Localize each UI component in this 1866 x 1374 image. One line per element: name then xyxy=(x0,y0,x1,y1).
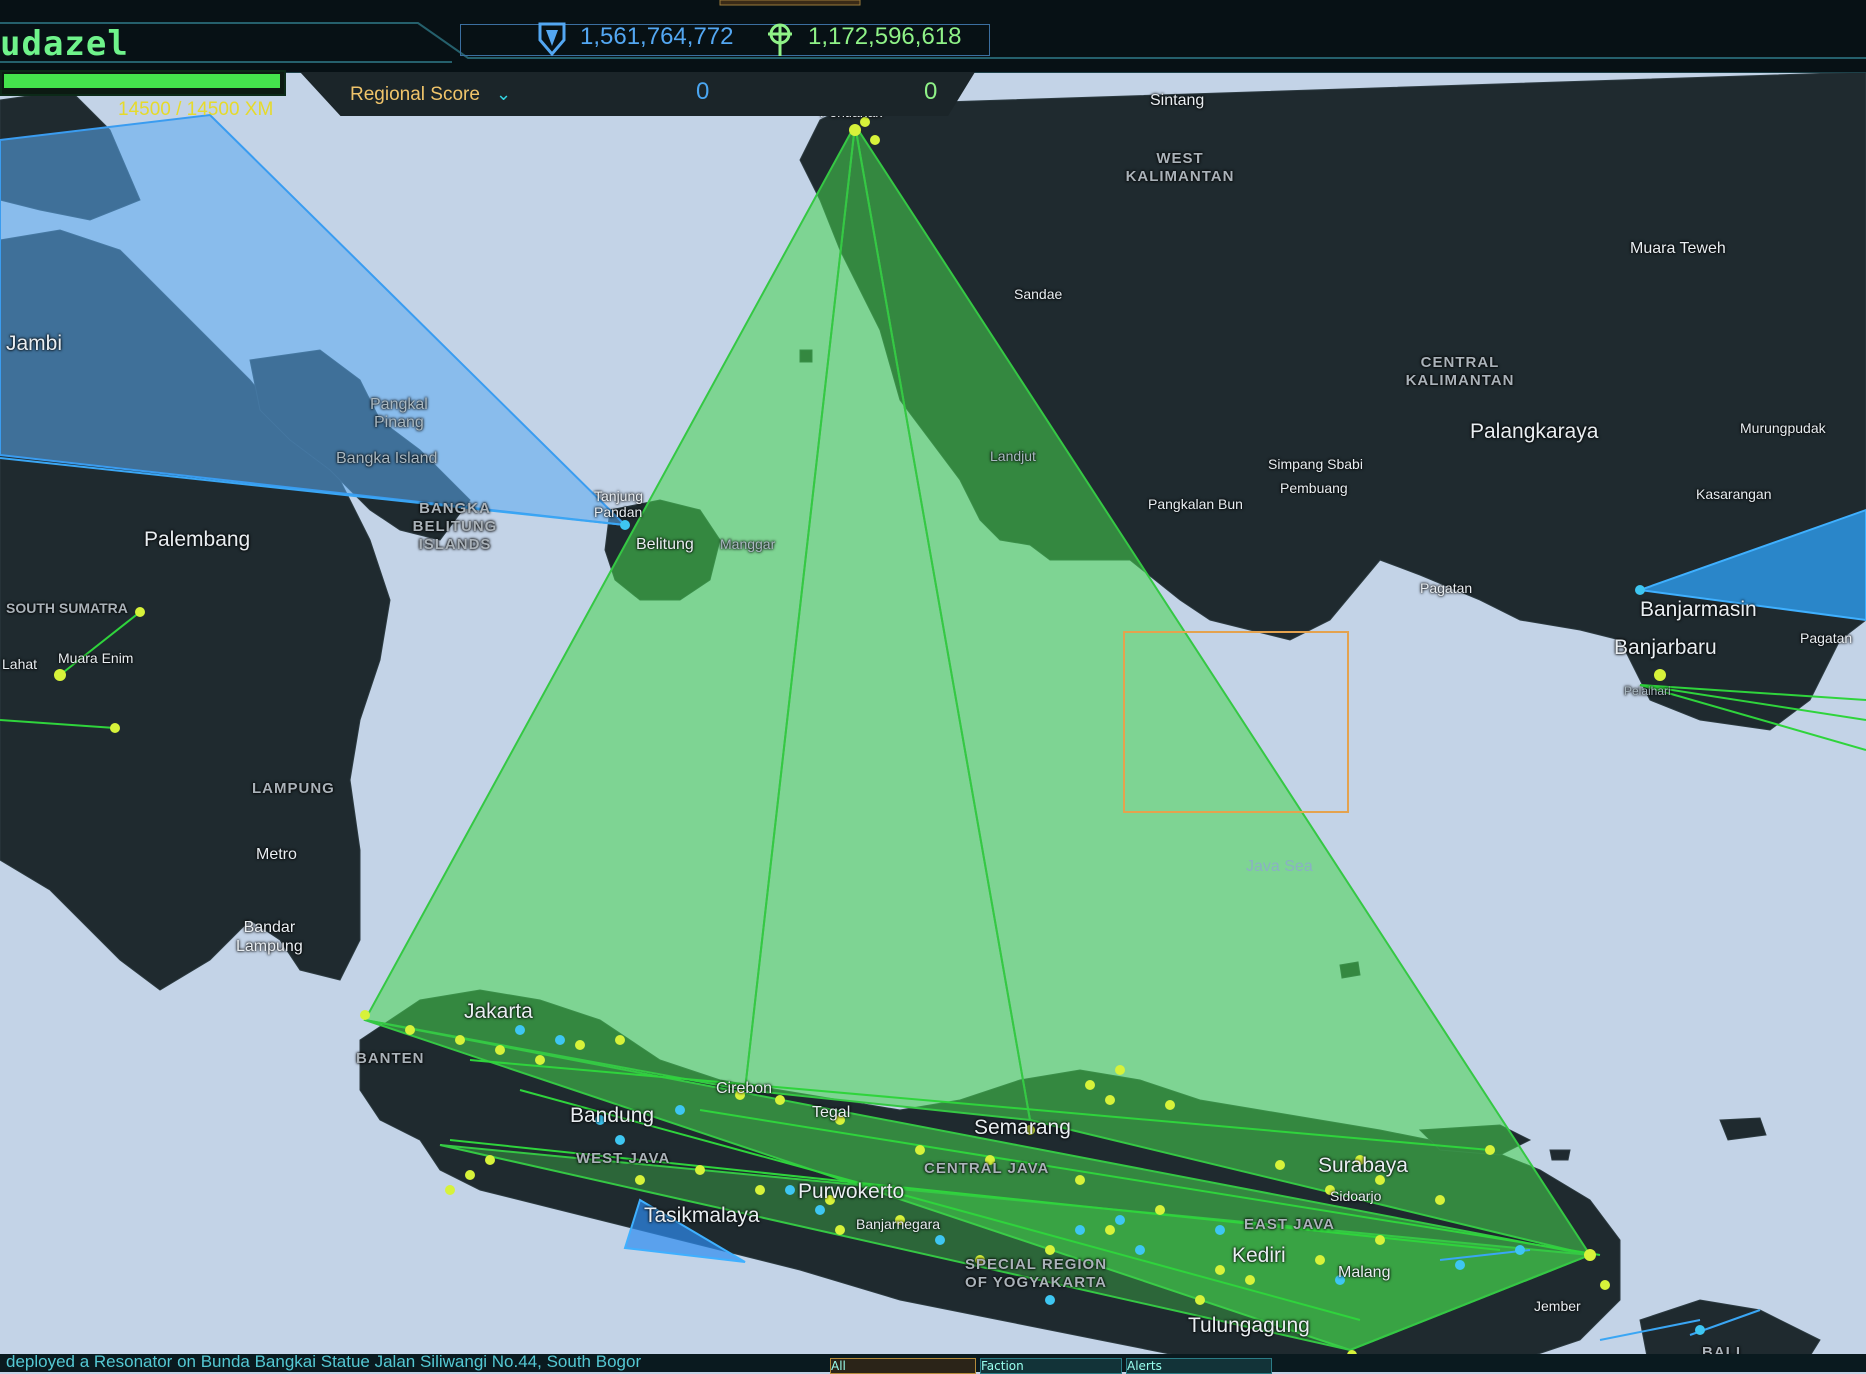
label-tegal: Tegal xyxy=(812,1104,851,1121)
label-special-region: SPECIAL REGION OF YOGYAKARTA xyxy=(964,1256,1108,1291)
label-tulungagung: Tulungagung xyxy=(1188,1314,1310,1337)
label-muara-teweh: Muara Teweh xyxy=(1630,240,1726,257)
label-landjut: Landjut xyxy=(990,448,1036,464)
agent-name[interactable]: udazel xyxy=(0,24,129,64)
label-banjarmasin: Banjarmasin xyxy=(1640,598,1757,621)
label-south-sumatra: SOUTH SUMATRA xyxy=(6,600,128,616)
regional-score-resistance: 0 xyxy=(696,78,710,105)
label-metro: Metro xyxy=(256,846,297,863)
label-banjarnegara: Banjarnegara xyxy=(856,1216,941,1232)
tab-all-label: All xyxy=(831,1359,846,1373)
xm-text: 14500 / 14500 XM xyxy=(118,99,274,120)
label-bangka-belitung: BANGKA BELITUNG ISLANDS xyxy=(412,500,498,553)
label-jakarta: Jakarta xyxy=(464,1000,533,1023)
label-kasarangan: Kasarangan xyxy=(1696,486,1772,502)
label-pangkal-pinang: Pangkal Pinang xyxy=(370,396,428,431)
label-east-java: EAST JAVA xyxy=(1244,1216,1335,1233)
label-sintang: Sintang xyxy=(1150,92,1205,109)
label-pagatan-2: Pagatan xyxy=(1800,630,1853,646)
xm-bar-fill xyxy=(4,74,280,88)
label-purwokerto: Purwokerto xyxy=(798,1180,905,1203)
ticker-text: deployed a Resonator on Bunda Bangkai St… xyxy=(6,1354,642,1371)
label-muara-enim: Muara Enim xyxy=(58,650,134,666)
label-cirebon: Cirebon xyxy=(716,1080,773,1097)
label-tasikmalaya: Tasikmalaya xyxy=(644,1204,760,1227)
regional-score-label[interactable]: Regional Score xyxy=(350,84,480,106)
label-sandae: Sandae xyxy=(1014,286,1063,302)
label-jambi: Jambi xyxy=(6,332,63,355)
label-pangkalan-bun: Pangkalan Bun xyxy=(1148,496,1243,512)
enlightened-icon xyxy=(768,23,792,56)
label-palangkaraya: Palangkaraya xyxy=(1470,420,1599,443)
label-pembuang: Pembuang xyxy=(1280,480,1348,496)
label-west-java: WEST JAVA xyxy=(576,1150,671,1167)
label-simpang-sbabi: Simpang Sbabi xyxy=(1268,456,1363,472)
label-bandung: Bandung xyxy=(570,1104,655,1127)
label-semarang: Semarang xyxy=(974,1116,1071,1139)
label-central-kalimantan: CENTRAL KALIMANTAN xyxy=(1405,354,1515,389)
resistance-icon xyxy=(538,22,566,57)
label-central-java: CENTRAL JAVA xyxy=(924,1160,1050,1177)
global-score-enlightened: 1,172,596,618 xyxy=(808,23,962,50)
xm-bar xyxy=(0,70,286,96)
label-java-sea: Java Sea xyxy=(1246,858,1313,875)
label-tanjung-pandan: Tanjung Pandan xyxy=(594,488,644,520)
label-manggar: Manggar xyxy=(720,536,776,552)
label-lahat: Lahat xyxy=(2,656,38,672)
label-surabaya: Surabaya xyxy=(1318,1154,1408,1177)
label-malang: Malang xyxy=(1338,1264,1391,1281)
regional-score-enlightened: 0 xyxy=(924,78,938,105)
label-murungpudak: Murungpudak xyxy=(1740,420,1826,436)
label-jember: Jember xyxy=(1534,1298,1581,1314)
global-score-resistance: 1,561,764,772 xyxy=(580,23,734,50)
label-bandar-lampung: Bandar Lampung xyxy=(236,919,303,955)
label-banjarbaru: Banjarbaru xyxy=(1614,636,1717,659)
label-palembang: Palembang xyxy=(144,528,251,551)
chevron-down-icon[interactable]: ⌄ xyxy=(496,84,511,105)
label-belitung: Belitung xyxy=(636,536,694,553)
tab-faction-label: Faction xyxy=(981,1359,1024,1373)
label-pelaihari: Pelaihari xyxy=(1624,684,1671,698)
label-sidoarjo: Sidoarjo xyxy=(1330,1188,1382,1204)
label-banten: BANTEN xyxy=(356,1050,425,1067)
label-kediri: Kediri xyxy=(1232,1244,1286,1267)
label-lampung: LAMPUNG xyxy=(252,780,335,797)
tab-alerts-label: Alerts xyxy=(1127,1359,1162,1373)
label-pagatan: Pagatan xyxy=(1420,580,1473,596)
label-west-kalimantan: WEST KALIMANTAN xyxy=(1125,150,1235,185)
label-bangka-island: Bangka Island xyxy=(336,450,438,467)
